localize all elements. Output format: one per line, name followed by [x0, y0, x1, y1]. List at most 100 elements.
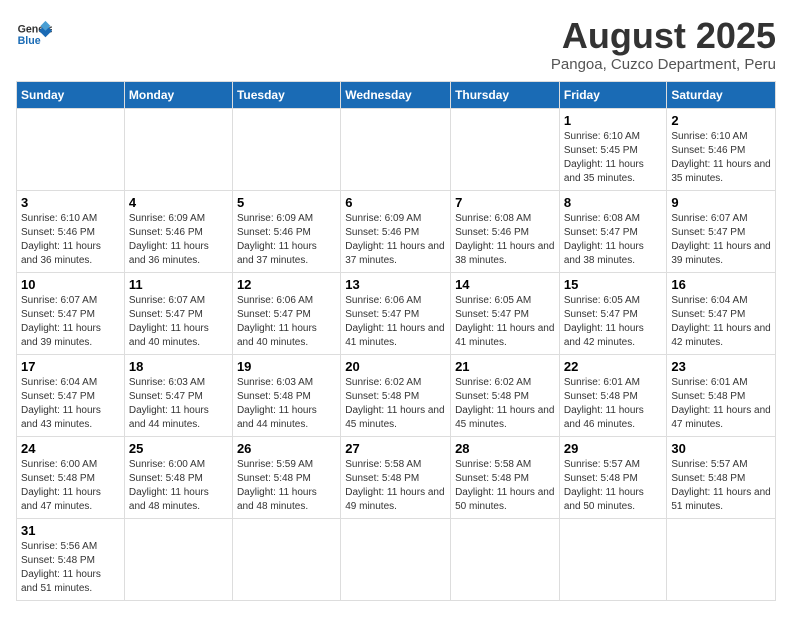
day-number: 6: [345, 195, 446, 210]
calendar-cell: 25Sunrise: 6:00 AM Sunset: 5:48 PM Dayli…: [124, 436, 232, 518]
weekday-header-thursday: Thursday: [451, 81, 560, 108]
day-number: 21: [455, 359, 555, 374]
calendar-cell: 5 Sunrise: 6:09 AM Sunset: 5:46 PM Daylig…: [232, 190, 340, 272]
calendar-cell: 21 Sunrise: 6:02 AM Sunset: 5:48 PM Dayli…: [451, 354, 560, 436]
calendar-cell: 30 Sunrise: 5:57 AM Sunset: 5:48 PM Dayli…: [667, 436, 776, 518]
weekday-header-saturday: Saturday: [667, 81, 776, 108]
day-number: 4: [129, 195, 228, 210]
day-number: 19: [237, 359, 336, 374]
calendar-cell: 20 Sunrise: 6:02 AM Sunset: 5:48 PM Dayli…: [341, 354, 451, 436]
day-info: Sunrise: 5:58 AM Sunset: 5:48 PM Dayligh…: [455, 458, 555, 514]
calendar-cell: [341, 518, 451, 600]
day-info: Sunrise: 6:03 AM Sunset: 5:48 PM Dayligh…: [237, 376, 336, 432]
day-number: 14: [455, 277, 555, 292]
calendar-cell: 9 Sunrise: 6:07 AM Sunset: 5:47 PM Daylig…: [667, 190, 776, 272]
day-info: Sunrise: 6:01 AM Sunset: 5:48 PM Dayligh…: [564, 376, 663, 432]
calendar-cell: 7Sunrise: 6:08 AM Sunset: 5:46 PM Daylig…: [451, 190, 560, 272]
calendar-cell: 22 Sunrise: 6:01 AM Sunset: 5:48 PM Dayli…: [559, 354, 667, 436]
day-number: 29: [564, 441, 663, 456]
day-number: 26: [237, 441, 336, 456]
calendar-cell: 3Sunrise: 6:10 AM Sunset: 5:46 PM Daylig…: [17, 190, 125, 272]
day-number: 5: [237, 195, 336, 210]
day-info: Sunrise: 6:02 AM Sunset: 5:48 PM Dayligh…: [345, 376, 446, 432]
calendar-cell: 31Sunrise: 5:56 AM Sunset: 5:48 PM Dayli…: [17, 518, 125, 600]
day-number: 30: [671, 441, 771, 456]
weekday-header-tuesday: Tuesday: [232, 81, 340, 108]
calendar-cell: [232, 518, 340, 600]
title-section: August 2025 Pangoa, Cuzco Department, Pe…: [551, 16, 776, 73]
calendar-cell: 10Sunrise: 6:07 AM Sunset: 5:47 PM Dayli…: [17, 272, 125, 354]
calendar-cell: [232, 108, 340, 190]
day-info: Sunrise: 6:07 AM Sunset: 5:47 PM Dayligh…: [129, 294, 228, 350]
calendar-cell: 16 Sunrise: 6:04 AM Sunset: 5:47 PM Dayli…: [667, 272, 776, 354]
day-info: Sunrise: 5:57 AM Sunset: 5:48 PM Dayligh…: [671, 458, 771, 514]
day-number: 13: [345, 277, 446, 292]
day-number: 28: [455, 441, 555, 456]
calendar-cell: [451, 518, 560, 600]
calendar-week-6: 31Sunrise: 5:56 AM Sunset: 5:48 PM Dayli…: [17, 518, 776, 600]
day-info: Sunrise: 6:07 AM Sunset: 5:47 PM Dayligh…: [671, 212, 771, 268]
day-number: 20: [345, 359, 446, 374]
weekday-header-monday: Monday: [124, 81, 232, 108]
day-info: Sunrise: 6:09 AM Sunset: 5:46 PM Dayligh…: [129, 212, 228, 268]
day-number: 7: [455, 195, 555, 210]
calendar-cell: [667, 518, 776, 600]
day-number: 23: [671, 359, 771, 374]
calendar-cell: 17Sunrise: 6:04 AM Sunset: 5:47 PM Dayli…: [17, 354, 125, 436]
calendar-cell: 27Sunrise: 5:58 AM Sunset: 5:48 PM Dayli…: [341, 436, 451, 518]
day-info: Sunrise: 6:06 AM Sunset: 5:47 PM Dayligh…: [237, 294, 336, 350]
day-number: 16: [671, 277, 771, 292]
calendar-cell: 24 Sunrise: 6:00 AM Sunset: 5:48 PM Dayli…: [17, 436, 125, 518]
weekday-header-wednesday: Wednesday: [341, 81, 451, 108]
calendar-cell: [124, 518, 232, 600]
day-number: 2: [671, 113, 771, 128]
day-number: 18: [129, 359, 228, 374]
calendar-cell: 12 Sunrise: 6:06 AM Sunset: 5:47 PM Dayli…: [232, 272, 340, 354]
day-info: Sunrise: 5:58 AM Sunset: 5:48 PM Dayligh…: [345, 458, 446, 514]
calendar-week-1: 1 Sunrise: 6:10 AM Sunset: 5:45 PM Daylig…: [17, 108, 776, 190]
day-info: Sunrise: 6:10 AM Sunset: 5:46 PM Dayligh…: [671, 130, 771, 186]
calendar-cell: 26 Sunrise: 5:59 AM Sunset: 5:48 PM Dayli…: [232, 436, 340, 518]
calendar-cell: 2 Sunrise: 6:10 AM Sunset: 5:46 PM Daylig…: [667, 108, 776, 190]
calendar-title: August 2025: [551, 16, 776, 56]
day-info: Sunrise: 6:05 AM Sunset: 5:47 PM Dayligh…: [455, 294, 555, 350]
calendar-cell: 15 Sunrise: 6:05 AM Sunset: 5:47 PM Dayli…: [559, 272, 667, 354]
calendar-cell: [17, 108, 125, 190]
calendar-cell: 14 Sunrise: 6:05 AM Sunset: 5:47 PM Dayli…: [451, 272, 560, 354]
day-number: 31: [21, 523, 120, 538]
day-number: 24: [21, 441, 120, 456]
day-info: Sunrise: 6:02 AM Sunset: 5:48 PM Dayligh…: [455, 376, 555, 432]
day-number: 12: [237, 277, 336, 292]
day-number: 11: [129, 277, 228, 292]
day-info: Sunrise: 6:07 AM Sunset: 5:47 PM Dayligh…: [21, 294, 120, 350]
calendar-week-5: 24 Sunrise: 6:00 AM Sunset: 5:48 PM Dayli…: [17, 436, 776, 518]
day-number: 9: [671, 195, 771, 210]
weekday-header-sunday: Sunday: [17, 81, 125, 108]
day-info: Sunrise: 6:10 AM Sunset: 5:45 PM Dayligh…: [564, 130, 663, 186]
calendar-cell: 6Sunrise: 6:09 AM Sunset: 5:46 PM Daylig…: [341, 190, 451, 272]
day-number: 1: [564, 113, 663, 128]
calendar-cell: [124, 108, 232, 190]
calendar-cell: [559, 518, 667, 600]
calendar-cell: 29Sunrise: 5:57 AM Sunset: 5:48 PM Dayli…: [559, 436, 667, 518]
weekday-header-friday: Friday: [559, 81, 667, 108]
calendar-cell: 8Sunrise: 6:08 AM Sunset: 5:47 PM Daylig…: [559, 190, 667, 272]
day-info: Sunrise: 5:59 AM Sunset: 5:48 PM Dayligh…: [237, 458, 336, 514]
day-info: Sunrise: 6:08 AM Sunset: 5:47 PM Dayligh…: [564, 212, 663, 268]
day-info: Sunrise: 6:05 AM Sunset: 5:47 PM Dayligh…: [564, 294, 663, 350]
calendar-cell: 11 Sunrise: 6:07 AM Sunset: 5:47 PM Dayli…: [124, 272, 232, 354]
calendar-cell: [341, 108, 451, 190]
calendar-cell: 28 Sunrise: 5:58 AM Sunset: 5:48 PM Dayli…: [451, 436, 560, 518]
day-info: Sunrise: 6:06 AM Sunset: 5:47 PM Dayligh…: [345, 294, 446, 350]
day-number: 15: [564, 277, 663, 292]
calendar-week-4: 17Sunrise: 6:04 AM Sunset: 5:47 PM Dayli…: [17, 354, 776, 436]
calendar-week-3: 10Sunrise: 6:07 AM Sunset: 5:47 PM Dayli…: [17, 272, 776, 354]
day-info: Sunrise: 6:04 AM Sunset: 5:47 PM Dayligh…: [671, 294, 771, 350]
calendar-cell: 18Sunrise: 6:03 AM Sunset: 5:47 PM Dayli…: [124, 354, 232, 436]
day-info: Sunrise: 6:00 AM Sunset: 5:48 PM Dayligh…: [21, 458, 120, 514]
day-info: Sunrise: 6:01 AM Sunset: 5:48 PM Dayligh…: [671, 376, 771, 432]
day-number: 17: [21, 359, 120, 374]
day-number: 22: [564, 359, 663, 374]
day-info: Sunrise: 6:09 AM Sunset: 5:46 PM Dayligh…: [237, 212, 336, 268]
calendar-week-2: 3Sunrise: 6:10 AM Sunset: 5:46 PM Daylig…: [17, 190, 776, 272]
